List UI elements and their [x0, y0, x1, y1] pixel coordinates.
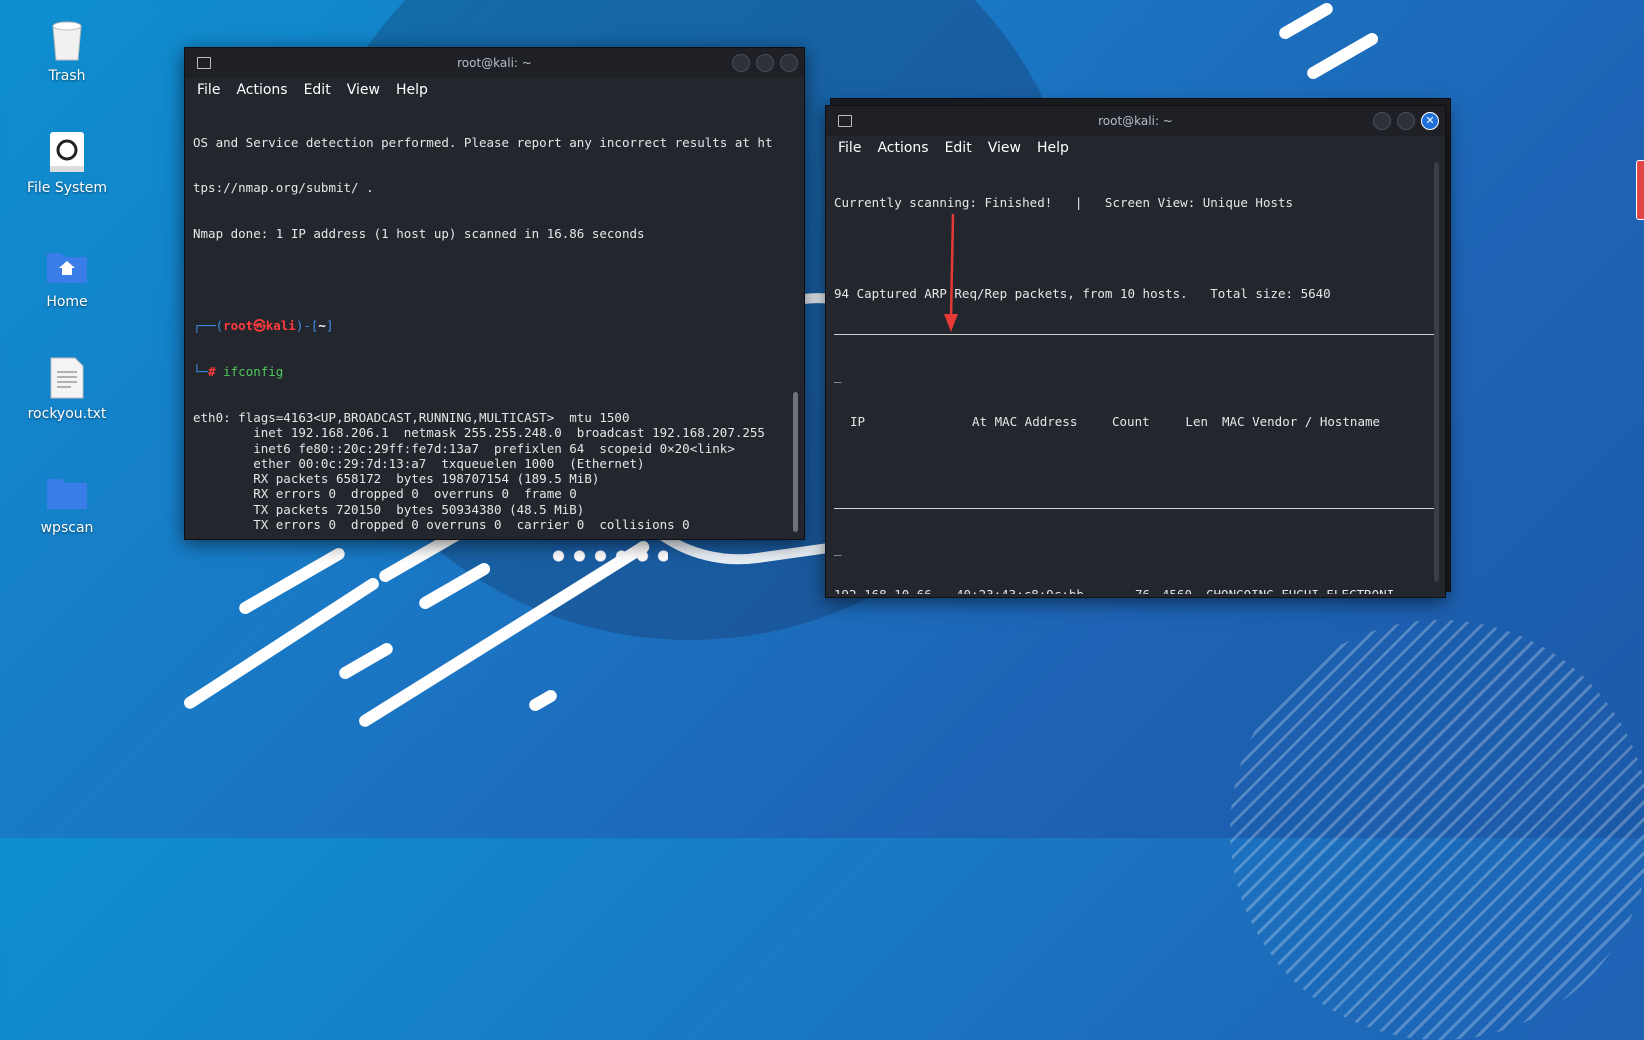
menu-file[interactable]: File	[197, 82, 220, 98]
wallpaper-stripe	[181, 575, 382, 712]
wallpaper-stripe	[417, 560, 493, 612]
desktop-icon-label: File System	[26, 180, 108, 196]
minimize-button[interactable]	[732, 54, 750, 72]
output-line: inet6 fe80::20c:29ff:fe7d:13a7 prefixlen…	[193, 440, 735, 456]
output-line: TX errors 0 dropped 0 overruns 0 carrier…	[193, 517, 690, 533]
underscore-mark: _	[834, 541, 842, 557]
header-len: Len	[1185, 413, 1208, 429]
output-line: RX packets 658172 bytes 198707154 (189.5…	[193, 471, 600, 487]
window-titlebar[interactable]: root@kali: ~	[185, 48, 804, 78]
menu-view[interactable]: View	[988, 140, 1021, 156]
terminal-output[interactable]: OS and Service detection performed. Plea…	[185, 104, 804, 534]
desktop-icon-label: Home	[46, 294, 88, 310]
scan-status: Currently scanning: Finished! | Screen V…	[834, 194, 1294, 210]
desktop-icon-label: wpscan	[40, 520, 94, 536]
trash-icon	[45, 18, 89, 62]
menu-bar: File Actions Edit View Help	[185, 78, 804, 102]
desktop-icon-wpscan[interactable]: wpscan	[12, 470, 122, 536]
desktop-icon-label: Trash	[48, 68, 86, 84]
cell-len: 4560	[1150, 587, 1192, 594]
output-line: ether 00:0c:29:7d:13:a7 txqueuelen 1000 …	[193, 455, 645, 471]
prompt-hash: #	[208, 364, 216, 380]
cell-ip: 192.168.10.66	[834, 587, 956, 594]
wallpaper-corner-circle	[1230, 620, 1644, 1040]
menu-view[interactable]: View	[347, 82, 380, 98]
wallpaper-stripe	[337, 640, 395, 682]
close-button[interactable]: ✕	[1421, 112, 1439, 130]
menu-edit[interactable]: Edit	[945, 140, 972, 156]
header-ip: IP	[850, 413, 866, 429]
cell-mac: 40:23:43:c8:9c:bb	[956, 587, 1096, 594]
menu-bar: File Actions Edit View Help	[826, 136, 1445, 160]
maximize-button[interactable]	[756, 54, 774, 72]
menu-actions[interactable]: Actions	[236, 82, 287, 98]
netdiscover-output[interactable]: Currently scanning: Finished! | Screen V…	[826, 164, 1445, 594]
menu-help[interactable]: Help	[396, 82, 428, 98]
host-table: 192.168.10.6640:23:43:c8:9c:bb764560CHON…	[834, 587, 1437, 594]
output-line: tps://nmap.org/submit/ .	[193, 180, 374, 196]
desktop-icon-trash[interactable]: Trash	[12, 18, 122, 84]
menu-file[interactable]: File	[838, 140, 861, 156]
text-file-icon	[45, 356, 89, 400]
menu-help[interactable]: Help	[1037, 140, 1069, 156]
window-title: root@kali: ~	[1098, 114, 1173, 128]
underscore-mark: _	[834, 367, 842, 383]
header-count: Count	[1112, 413, 1150, 429]
output-line: Nmap done: 1 IP address (1 host up) scan…	[193, 226, 645, 242]
minimize-button[interactable]	[1373, 112, 1391, 130]
terminal-window-ifconfig[interactable]: root@kali: ~ File Actions Edit View Help…	[184, 47, 805, 540]
prompt-line: ┌──(root㉿kali)-[~]	[193, 318, 334, 334]
desktop-icon-label: rockyou.txt	[27, 406, 107, 422]
close-button[interactable]	[780, 54, 798, 72]
command-text: ifconfig	[223, 364, 284, 380]
divider	[834, 507, 1437, 509]
prompt-user: root㉿kali	[223, 318, 296, 334]
window-titlebar[interactable]: root@kali: ~ ✕	[826, 106, 1445, 136]
output-line: TX packets 720150 bytes 50934380 (48.5 M…	[193, 501, 585, 517]
maximize-button[interactable]	[1397, 112, 1415, 130]
folder-icon	[45, 470, 89, 514]
output-line: inet 192.168.206.1 netmask 255.255.248.0…	[193, 425, 765, 441]
home-folder-icon	[45, 244, 89, 288]
divider	[834, 334, 1437, 336]
header-mac: At MAC Address	[972, 413, 1078, 429]
scan-summary: 94 Captured ARP Req/Rep packets, from 10…	[834, 286, 1331, 302]
desktop-edge-handle[interactable]	[1636, 160, 1644, 220]
table-row: 192.168.10.6640:23:43:c8:9c:bb764560CHON…	[834, 587, 1437, 594]
table-header: IP At MAC Address Count Len MAC Vendor / Hos…	[834, 414, 1437, 429]
drive-icon	[45, 130, 89, 174]
annotation-arrow	[944, 213, 958, 332]
scrollbar[interactable]	[1434, 162, 1439, 582]
cell-vendor: CHONGQING FUGUI ELECTRONI	[1192, 587, 1394, 594]
output-line: eth0: flags=4163<UP,BROADCAST,RUNNING,MU…	[193, 409, 630, 425]
command-line: └─# ifconfig	[193, 364, 284, 380]
wallpaper-stripe	[1277, 0, 1335, 42]
scrollbar[interactable]	[793, 392, 798, 532]
cell-count: 76	[1096, 587, 1150, 594]
window-title: root@kali: ~	[457, 56, 532, 70]
header-vendor: MAC Vendor / Hostname	[1222, 413, 1381, 429]
output-line: OS and Service detection performed. Plea…	[193, 134, 773, 150]
desktop-icon-home[interactable]: Home	[12, 244, 122, 310]
menu-actions[interactable]: Actions	[877, 140, 928, 156]
desktop-icon-rockyou[interactable]: rockyou.txt	[12, 356, 122, 422]
desktop-icon-file-system[interactable]: File System	[12, 130, 122, 196]
prompt-dir: ~	[318, 318, 326, 334]
output-line: RX errors 0 dropped 0 overruns 0 frame 0	[193, 486, 577, 502]
wallpaper-stripe	[1305, 30, 1381, 82]
terminal-window-netdiscover[interactable]: root@kali: ~ ✕ File Actions Edit View He…	[825, 105, 1446, 598]
command-output: eth0: flags=4163<UP,BROADCAST,RUNNING,MU…	[193, 410, 796, 534]
wallpaper-stripe	[527, 687, 559, 714]
menu-edit[interactable]: Edit	[304, 82, 331, 98]
